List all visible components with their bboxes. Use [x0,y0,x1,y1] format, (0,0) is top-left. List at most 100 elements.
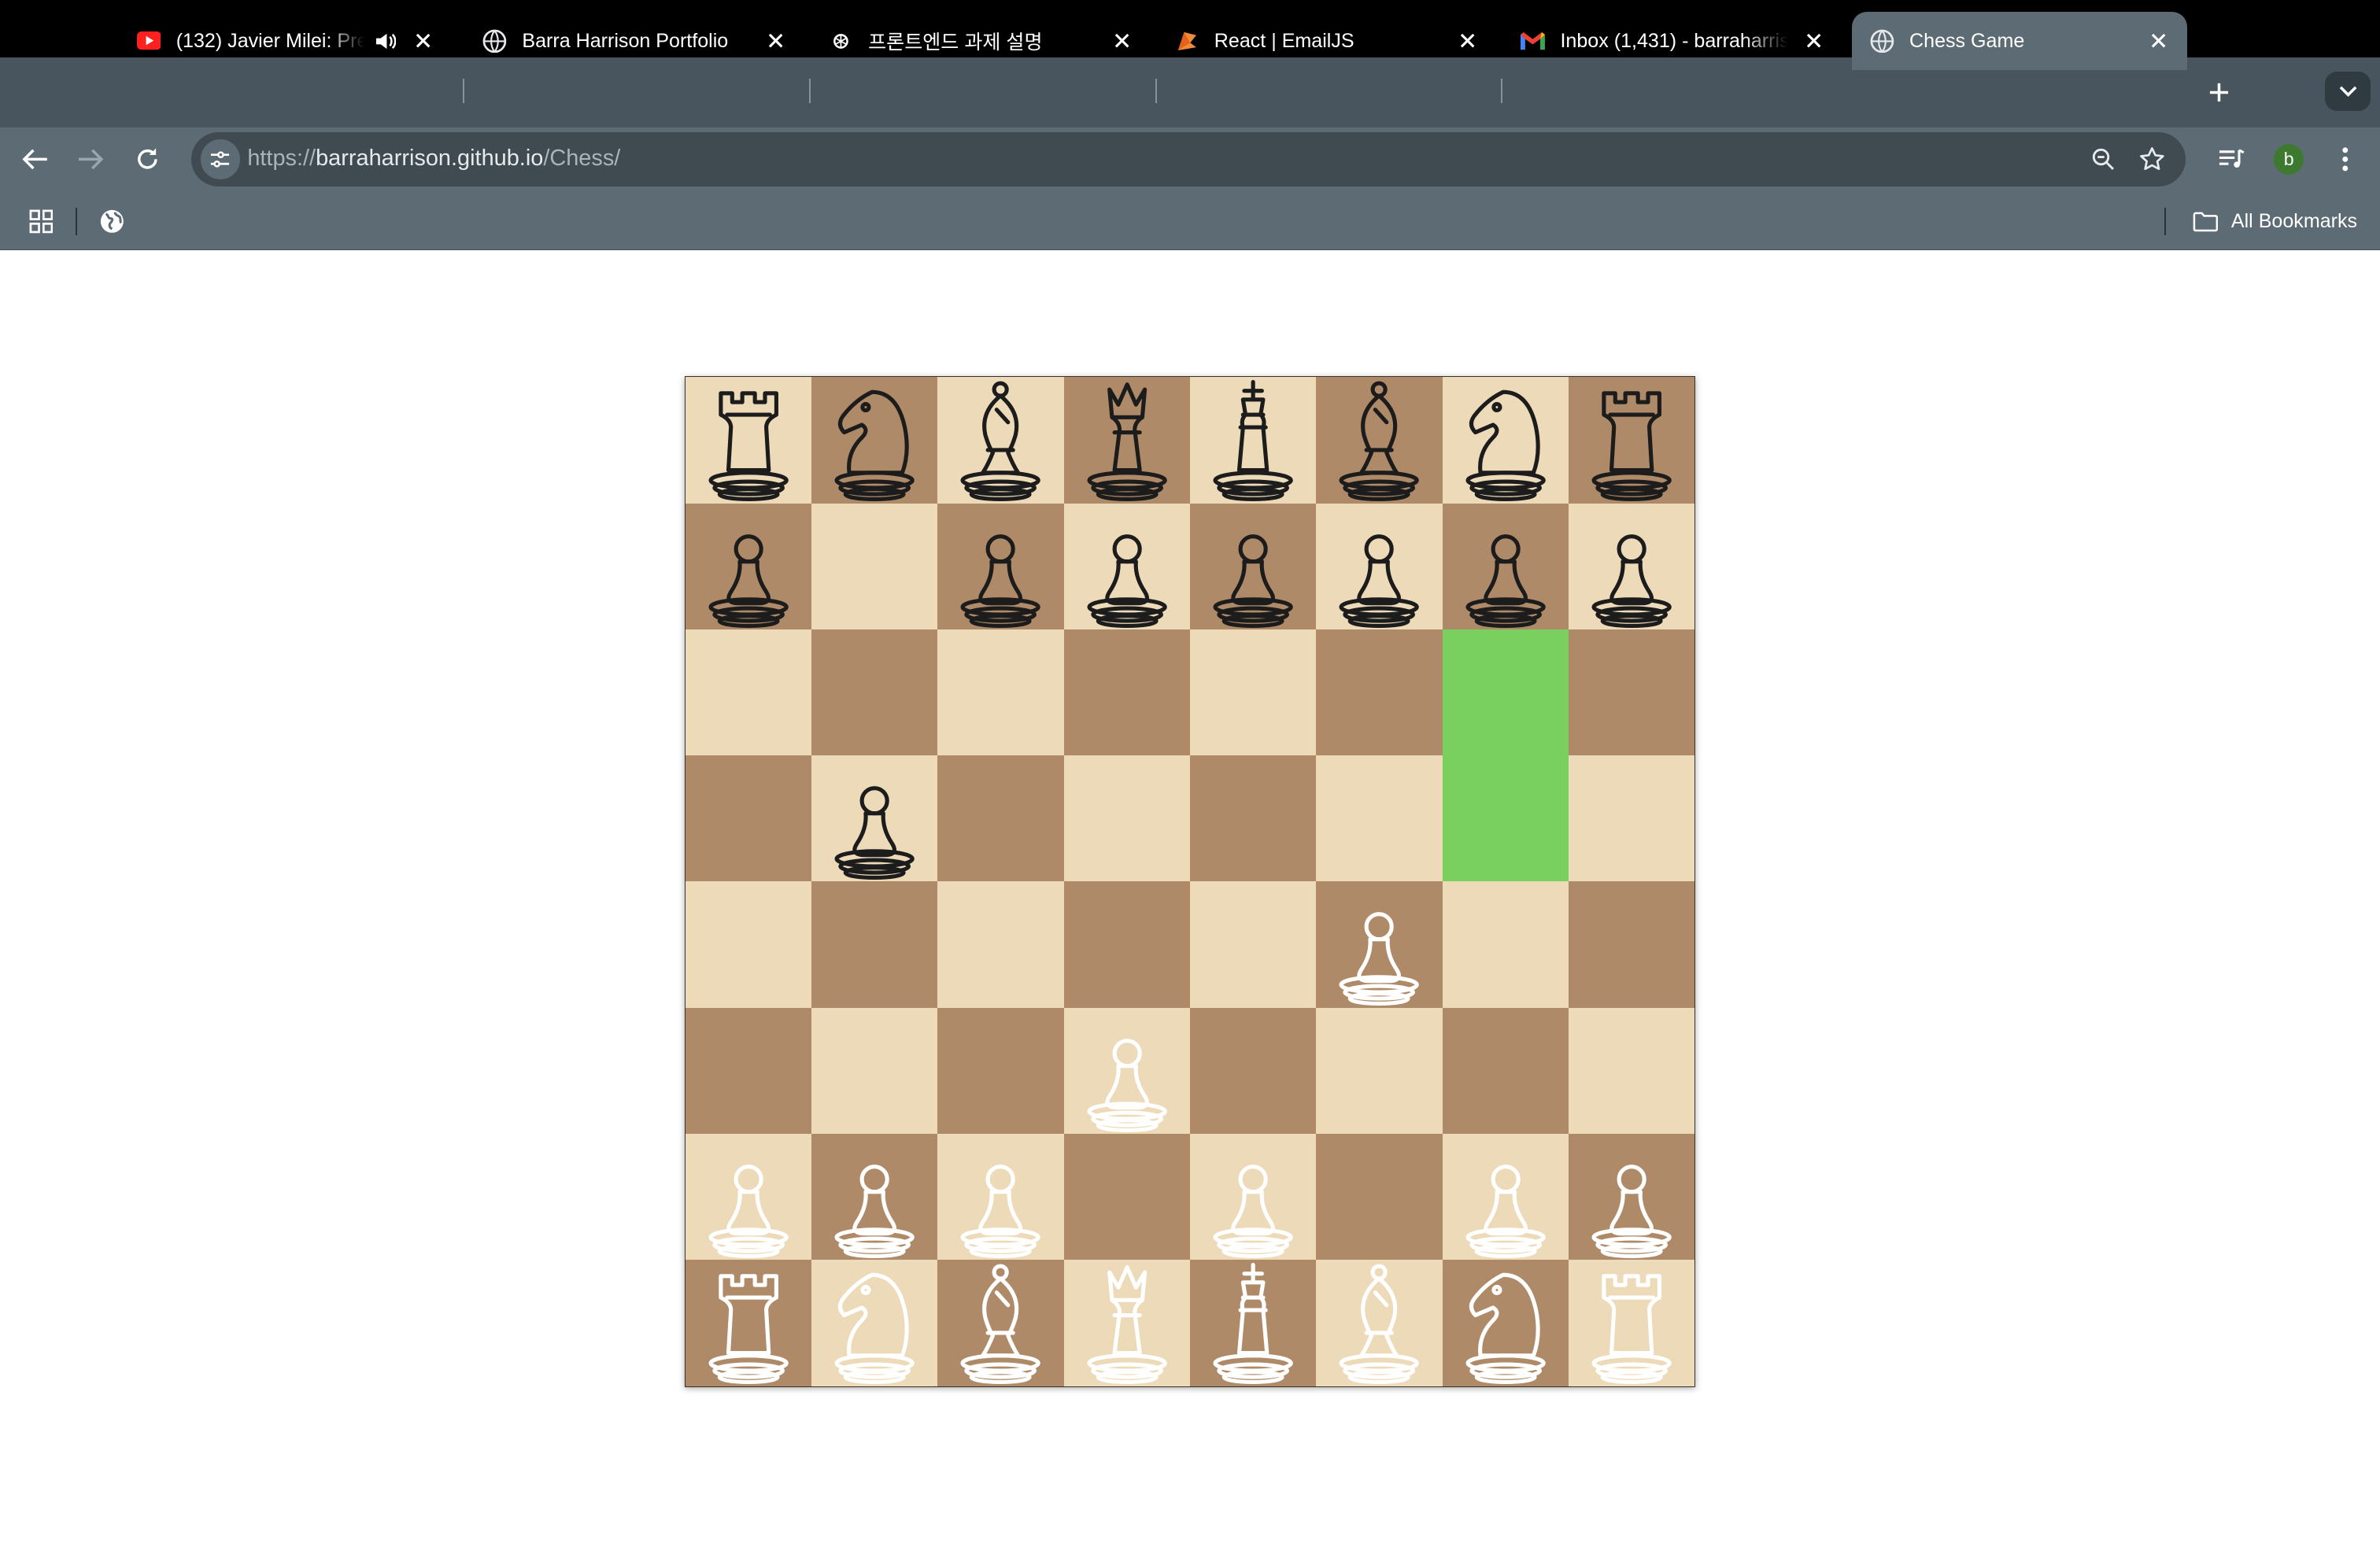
square-g7[interactable] [1442,503,1569,629]
white-bishop-icon[interactable] [1316,1260,1442,1386]
square-d1[interactable] [1063,1260,1190,1386]
square-d8[interactable] [1063,377,1190,504]
reload-button[interactable] [129,141,165,177]
square-b3[interactable] [811,1007,938,1135]
square-c7[interactable] [937,503,1064,629]
square-a7[interactable] [685,503,812,629]
black-bishop-icon[interactable] [937,377,1063,503]
square-e2[interactable] [1189,1134,1317,1261]
white-queen-icon[interactable] [1064,1260,1190,1386]
speaker-icon[interactable] [373,29,397,54]
zoom-icon[interactable] [2089,144,2119,175]
square-f5[interactable] [1316,755,1443,882]
square-b8[interactable] [811,377,938,504]
bookmark-star-icon[interactable] [2137,144,2168,175]
black-knight-icon[interactable] [1443,377,1569,503]
square-f6[interactable] [1316,629,1443,756]
square-c8[interactable] [937,377,1064,504]
square-h8[interactable] [1568,377,1695,504]
black-pawn-icon[interactable] [811,755,937,881]
new-tab-button[interactable] [2201,74,2237,110]
square-e5[interactable] [1189,755,1317,882]
black-knight-icon[interactable] [811,377,937,503]
black-pawn-icon[interactable] [1316,504,1442,629]
address-bar[interactable]: https://barraharrison.github.io/Chess/ [190,131,2186,187]
square-a5[interactable] [685,755,812,882]
square-b7[interactable] [811,503,938,629]
square-c2[interactable] [937,1134,1064,1261]
square-f7[interactable] [1316,503,1443,629]
white-pawn-icon[interactable] [1316,881,1442,1007]
forward-button[interactable] [73,141,109,177]
close-icon[interactable] [1454,28,1482,55]
chess-board[interactable] [684,376,1696,1387]
black-pawn-icon[interactable] [1569,504,1694,629]
square-g3[interactable] [1442,1007,1569,1135]
black-bishop-icon[interactable] [1316,377,1442,503]
square-g2[interactable] [1442,1134,1569,1261]
square-a3[interactable] [685,1007,812,1135]
square-e3[interactable] [1189,1007,1317,1135]
square-e4[interactable] [1189,881,1317,1008]
black-king-icon[interactable] [1190,377,1316,503]
square-h7[interactable] [1568,503,1695,629]
url-text[interactable]: https://barraharrison.github.io/Chess/ [247,146,620,172]
all-bookmarks-button[interactable]: All Bookmarks [2192,206,2357,237]
square-a6[interactable] [685,629,812,756]
square-c4[interactable] [937,881,1064,1008]
tab-youtube[interactable]: (132) Javier Milei: Presidential... [118,12,452,69]
black-pawn-icon[interactable] [686,504,811,629]
black-pawn-icon[interactable] [1443,504,1569,629]
square-d7[interactable] [1063,503,1190,629]
square-d5[interactable] [1063,755,1190,882]
square-f3[interactable] [1316,1007,1443,1135]
white-pawn-icon[interactable] [937,1134,1063,1260]
black-pawn-icon[interactable] [937,504,1063,629]
square-h3[interactable] [1568,1007,1695,1135]
back-button[interactable] [17,141,53,177]
square-g6[interactable] [1442,629,1569,756]
close-icon[interactable] [410,28,438,55]
white-knight-icon[interactable] [811,1260,937,1386]
white-pawn-icon[interactable] [1064,1008,1190,1134]
square-f4[interactable] [1316,881,1443,1008]
square-e6[interactable] [1189,629,1317,756]
square-h5[interactable] [1568,755,1695,882]
white-rook-icon[interactable] [686,1260,811,1386]
square-d6[interactable] [1063,629,1190,756]
square-c6[interactable] [937,629,1064,756]
square-e1[interactable] [1189,1260,1317,1386]
square-h6[interactable] [1568,629,1695,756]
square-a2[interactable] [685,1134,812,1261]
square-d4[interactable] [1063,881,1190,1008]
close-icon[interactable] [1800,28,1828,55]
white-pawn-icon[interactable] [686,1134,811,1260]
square-g4[interactable] [1442,881,1569,1008]
tab-chess-game[interactable]: Chess Game [1851,12,2187,70]
square-f8[interactable] [1316,377,1443,504]
white-pawn-icon[interactable] [1569,1134,1694,1260]
globe-bookmark-icon[interactable] [97,206,128,237]
square-f1[interactable] [1316,1260,1443,1386]
menu-kebab-icon[interactable] [2326,141,2363,177]
square-g5[interactable] [1442,755,1569,882]
square-b1[interactable] [811,1260,938,1386]
square-h4[interactable] [1568,881,1695,1008]
square-g1[interactable] [1442,1260,1569,1386]
square-e8[interactable] [1189,377,1317,504]
white-rook-icon[interactable] [1569,1260,1694,1386]
square-e7[interactable] [1189,503,1317,629]
square-d2[interactable] [1063,1134,1190,1261]
close-icon[interactable] [762,28,789,55]
black-rook-icon[interactable] [686,377,811,503]
square-f2[interactable] [1316,1134,1443,1261]
site-info-icon[interactable] [200,139,240,179]
tab-portfolio[interactable]: Barra Harrison Portfolio [464,12,804,69]
profile-avatar[interactable]: b [2273,144,2304,175]
tab-search-button[interactable] [2325,71,2371,111]
white-pawn-icon[interactable] [1443,1134,1569,1260]
square-b5[interactable] [811,755,938,882]
tab-gmail[interactable]: Inbox (1,431) - barraharrison@gmail.com [1502,12,1842,69]
square-d3[interactable] [1063,1007,1190,1135]
square-b6[interactable] [811,629,938,756]
